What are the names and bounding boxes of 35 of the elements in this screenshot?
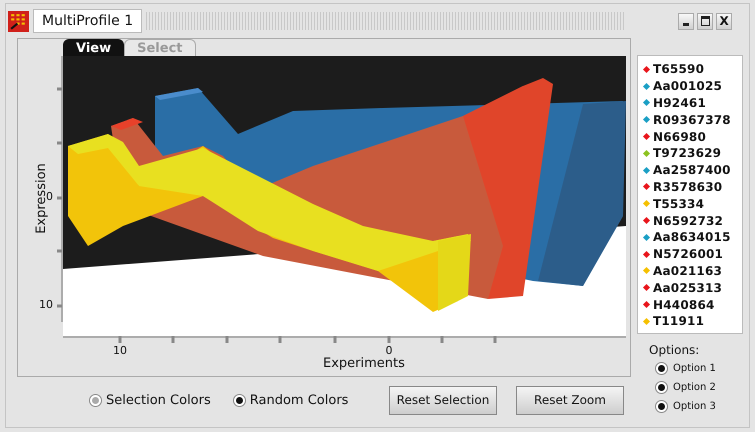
- tab[interactable]: View: [63, 39, 124, 56]
- legend-label: Aa025313: [653, 280, 722, 295]
- axis-title: Experiments: [323, 356, 405, 371]
- action-button[interactable]: Reset Selection: [389, 386, 497, 414]
- close-button[interactable]: X: [716, 12, 732, 30]
- legend-label: N66980: [653, 130, 706, 144]
- action-button[interactable]: Reset Zoom: [516, 386, 624, 414]
- legend-label: Aa021163: [653, 264, 722, 278]
- tick-label: 0: [46, 190, 53, 203]
- tick-label: 10: [39, 298, 53, 311]
- legend-label: T55334: [653, 196, 704, 211]
- legend-label: N6592732: [653, 214, 724, 228]
- grid-icon: [8, 10, 29, 32]
- legend-label: Aa001025: [653, 79, 722, 94]
- legend-label: N5726001: [653, 247, 724, 262]
- legend-label: T11911: [653, 314, 704, 328]
- legend-label: R3578630: [653, 180, 722, 194]
- legend-label: Aa8634015: [653, 230, 731, 244]
- legend-label: H440864: [653, 298, 715, 312]
- radio-option[interactable]: Option 3: [655, 397, 743, 416]
- tick-label: 0: [384, 344, 394, 357]
- radio-option[interactable]: Option 1: [655, 359, 743, 378]
- legend-label: R09367378: [653, 112, 731, 127]
- maximize-button[interactable]: [697, 12, 714, 30]
- axis-title: Expression: [34, 163, 49, 234]
- tick-label: 10: [112, 344, 128, 357]
- minimize-button[interactable]: [678, 12, 694, 30]
- radio-option[interactable]: Option 2: [655, 378, 743, 397]
- legend-label: Aa2587400: [653, 163, 731, 178]
- window-title: MultiProfile 1: [33, 9, 142, 33]
- legend-label: H92461: [653, 96, 706, 110]
- legend-label: T65590: [653, 62, 704, 76]
- radio-option[interactable]: Random Colors: [232, 392, 348, 408]
- options-title: Options:: [649, 343, 700, 357]
- legend-label: T9723629: [653, 146, 722, 160]
